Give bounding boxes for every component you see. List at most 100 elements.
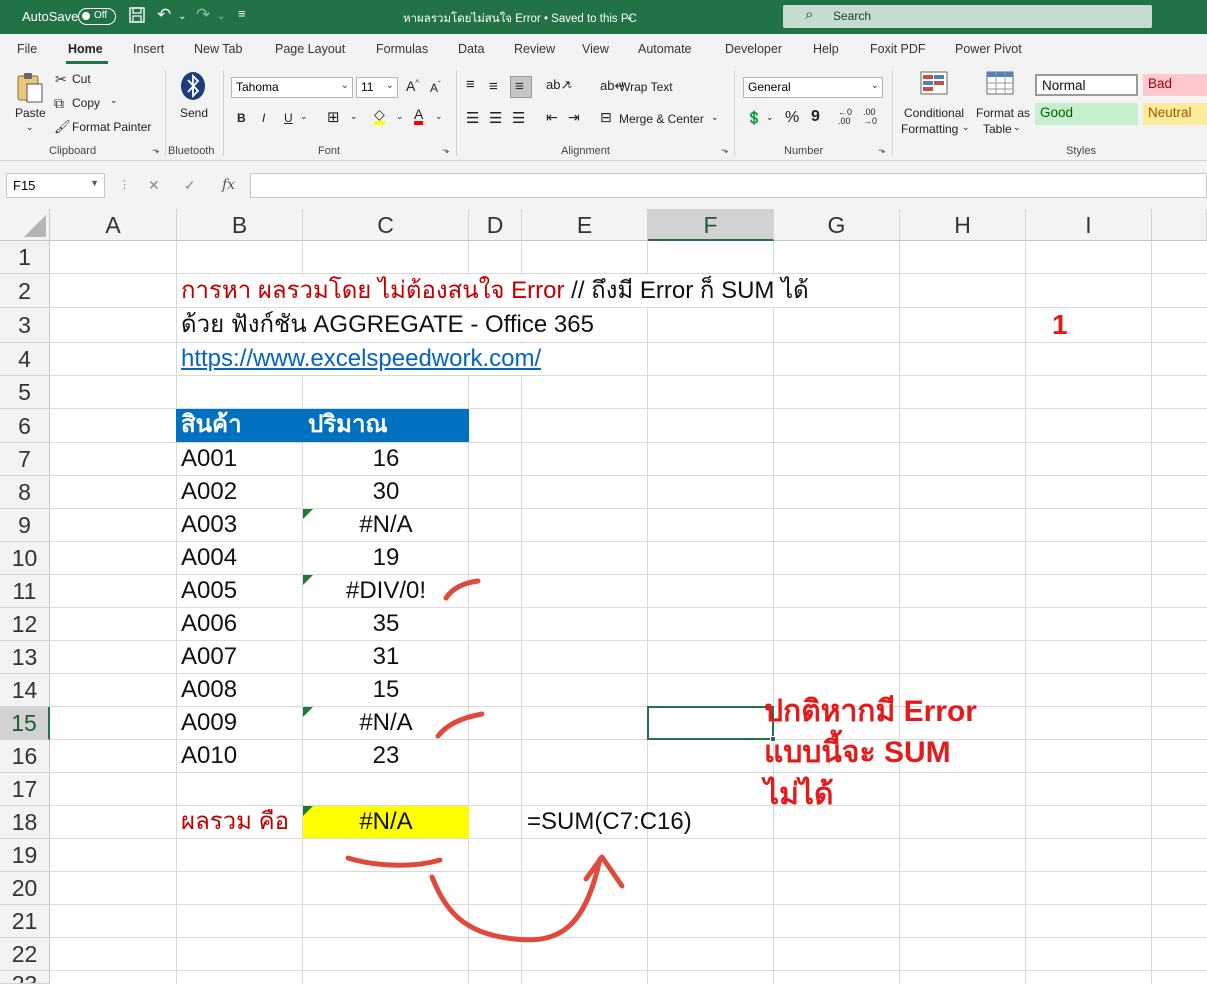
style-good[interactable]: Good bbox=[1035, 103, 1138, 125]
merge-center-button[interactable]: Merge & Center bbox=[619, 112, 704, 126]
formula-input[interactable] bbox=[250, 173, 1207, 198]
tab-page-layout[interactable]: Page Layout bbox=[275, 42, 345, 56]
autosave-toggle[interactable]: Off bbox=[78, 8, 116, 25]
merge-dropdown-icon[interactable]: ⌄ bbox=[711, 112, 719, 123]
conditional-formatting-label-2[interactable]: Formatting bbox=[901, 122, 958, 136]
undo-icon[interactable]: ↶ bbox=[157, 5, 171, 25]
conditional-formatting-icon[interactable] bbox=[920, 71, 950, 104]
send-button[interactable]: Send bbox=[180, 106, 208, 120]
undo-dropdown-icon[interactable]: ⌄ bbox=[178, 7, 186, 27]
tab-developer[interactable]: Developer bbox=[725, 42, 782, 56]
conditional-formatting-label[interactable]: Conditional bbox=[904, 106, 964, 120]
search-box[interactable]: ⌕ Search bbox=[783, 5, 1152, 28]
document-title[interactable]: หาผลรวมโดยไม่สนใจ Error • Saved to this … bbox=[403, 10, 637, 28]
bold-icon[interactable]: B bbox=[237, 111, 246, 125]
wrap-text-button[interactable]: Wrap Text bbox=[619, 80, 673, 94]
tab-view[interactable]: View bbox=[582, 42, 609, 56]
font-color-icon[interactable]: A bbox=[414, 107, 424, 125]
format-painter-icon: 🖌 bbox=[54, 119, 71, 134]
alignment-launcher-icon[interactable]: ⬎ bbox=[721, 145, 729, 156]
clipboard-launcher-icon[interactable]: ⬎ bbox=[152, 145, 160, 156]
more-options-icon[interactable]: ⋮ bbox=[119, 178, 130, 191]
paste-icon[interactable] bbox=[15, 72, 45, 109]
style-bad[interactable]: Bad bbox=[1143, 74, 1207, 96]
tab-file[interactable]: File bbox=[17, 42, 37, 56]
comma-style-icon[interactable]: 9 bbox=[811, 108, 820, 126]
font-name-select[interactable]: Tahoma ⌄ bbox=[231, 77, 353, 98]
cancel-icon[interactable]: ✕ bbox=[148, 177, 160, 194]
style-neutral[interactable]: Neutral bbox=[1143, 103, 1207, 125]
save-icon[interactable] bbox=[128, 6, 146, 29]
tab-formulas[interactable]: Formulas bbox=[376, 42, 428, 56]
format-as-table-icon[interactable] bbox=[986, 71, 1016, 104]
alignment-group-label: Alignment bbox=[561, 145, 610, 157]
enter-icon[interactable]: ✓ bbox=[184, 177, 196, 194]
bluetooth-icon[interactable] bbox=[180, 71, 206, 106]
orientation-dropdown-icon[interactable]: ⌄ bbox=[566, 80, 574, 91]
font-color-dropdown-icon[interactable]: ⌄ bbox=[435, 111, 443, 122]
merge-center-icon: ⊟ bbox=[600, 109, 612, 125]
paste-dropdown-icon[interactable]: ⌄ bbox=[26, 122, 34, 133]
divider bbox=[734, 70, 735, 156]
borders-dropdown-icon[interactable]: ⌄ bbox=[350, 111, 358, 122]
align-center-icon[interactable]: ☰ bbox=[489, 109, 502, 127]
increase-font-icon[interactable]: A^ bbox=[406, 78, 419, 94]
mark-stroke-div0 bbox=[443, 578, 481, 601]
fill-color-dropdown-icon[interactable]: ⌄ bbox=[396, 111, 404, 122]
format-as-table-label-2[interactable]: Table bbox=[983, 122, 1012, 136]
paste-button[interactable]: Paste bbox=[15, 106, 46, 120]
tab-home[interactable]: Home bbox=[68, 42, 103, 56]
tab-review[interactable]: Review bbox=[514, 42, 555, 56]
ribbon: Paste ⌄ ✂ Cut ⧉ Copy ⌄ 🖌 Format Painter … bbox=[0, 64, 1207, 161]
font-launcher-icon[interactable]: ⬎ bbox=[442, 145, 450, 156]
align-top-icon[interactable]: ≡ bbox=[466, 76, 475, 93]
name-box[interactable]: F15 ▼ bbox=[6, 173, 105, 198]
spreadsheet-grid: A B C D E F G H I 1 2 3 4 5 6 7 8 9 10 1… bbox=[0, 209, 1207, 984]
conditional-dropdown-icon[interactable]: ⌄ bbox=[962, 122, 970, 133]
borders-icon[interactable]: ⊞ bbox=[327, 108, 340, 126]
tab-data[interactable]: Data bbox=[458, 42, 484, 56]
format-table-dropdown-icon[interactable]: ⌄ bbox=[1013, 122, 1021, 133]
copy-button[interactable]: Copy bbox=[72, 96, 100, 110]
number-format-select[interactable]: General ⌄ bbox=[743, 77, 883, 98]
font-size-select[interactable]: 11 ⌄ bbox=[356, 77, 398, 98]
title-dropdown-icon[interactable]: ⌄ bbox=[625, 7, 634, 27]
tab-power-pivot[interactable]: Power Pivot bbox=[955, 42, 1022, 56]
decrease-decimal-icon[interactable]: .00 →0 bbox=[863, 108, 877, 126]
tab-help[interactable]: Help bbox=[813, 42, 839, 56]
tab-automate[interactable]: Automate bbox=[638, 42, 692, 56]
accounting-dropdown-icon[interactable]: ⌄ bbox=[766, 112, 774, 123]
autosave-label: AutoSave bbox=[22, 9, 79, 24]
style-normal[interactable]: Normal bbox=[1035, 74, 1138, 96]
increase-decimal-icon[interactable]: ←0.00 bbox=[838, 108, 852, 126]
cut-button[interactable]: Cut bbox=[72, 72, 91, 86]
ribbon-tabs: File Home Insert New Tab Page Layout For… bbox=[0, 34, 1207, 64]
customize-toolbar-icon[interactable]: ≡ bbox=[238, 4, 246, 24]
decrease-font-icon[interactable]: Aˇ bbox=[430, 80, 441, 95]
insert-function-icon[interactable]: fx bbox=[222, 177, 235, 193]
underline-icon[interactable]: U bbox=[284, 111, 293, 125]
redo-icon[interactable]: ↷ bbox=[196, 5, 210, 25]
format-as-table-label[interactable]: Format as bbox=[976, 106, 1030, 120]
font-group-label: Font bbox=[318, 145, 341, 157]
align-left-icon[interactable]: ☰ bbox=[466, 109, 479, 127]
italic-icon[interactable]: I bbox=[262, 111, 265, 125]
tab-insert[interactable]: Insert bbox=[133, 42, 164, 56]
align-middle-icon[interactable]: ≡ bbox=[489, 78, 498, 95]
underline-dropdown-icon[interactable]: ⌄ bbox=[300, 111, 308, 122]
number-launcher-icon[interactable]: ⬎ bbox=[878, 145, 886, 156]
tab-foxit-pdf[interactable]: Foxit PDF bbox=[870, 42, 926, 56]
format-painter-button[interactable]: Format Painter bbox=[72, 120, 151, 134]
decrease-indent-icon[interactable]: ⇤ bbox=[546, 109, 558, 126]
formula-bar: F15 ▼ ⋮ ✕ ✓ fx bbox=[0, 161, 1207, 209]
fill-color-icon[interactable]: ◇ bbox=[374, 107, 385, 125]
percent-icon[interactable]: % bbox=[785, 109, 799, 127]
align-right-icon[interactable]: ☰ bbox=[512, 109, 525, 127]
annotation-strokes bbox=[345, 578, 625, 943]
copy-dropdown-icon[interactable]: ⌄ bbox=[110, 95, 118, 106]
increase-indent-icon[interactable]: ⇥ bbox=[568, 109, 580, 126]
redo-dropdown-icon[interactable]: ⌄ bbox=[217, 7, 225, 27]
accounting-format-icon[interactable]: 💲 bbox=[746, 110, 762, 126]
tab-new-tab[interactable]: New Tab bbox=[194, 42, 242, 56]
align-bottom-button[interactable]: ≡ bbox=[510, 76, 532, 98]
